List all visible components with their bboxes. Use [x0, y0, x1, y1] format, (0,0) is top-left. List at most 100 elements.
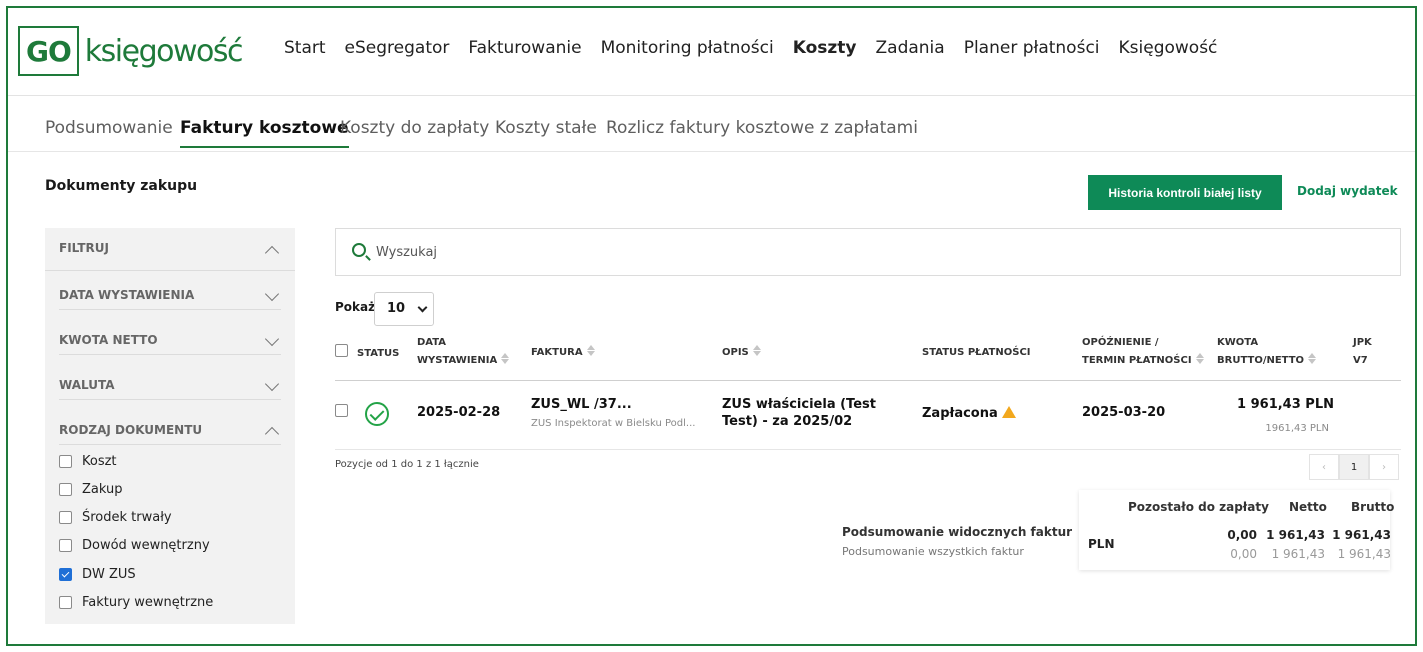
sort-icon[interactable]: [586, 345, 595, 356]
doc-type-option[interactable]: Zakup: [59, 482, 123, 497]
section-title: Dokumenty zakupu: [45, 178, 198, 194]
sort-icon[interactable]: [1195, 353, 1204, 364]
nav-zadania[interactable]: Zadania: [876, 38, 945, 58]
prev-page-button[interactable]: ‹: [1309, 454, 1339, 480]
row-invoice-number[interactable]: ZUS_WL /37...: [531, 397, 632, 412]
tab-cost-invoices[interactable]: Faktury kosztowe: [180, 118, 349, 148]
th-jpk[interactable]: JPK V7: [1353, 334, 1372, 370]
tab-costs-to-pay[interactable]: Koszty do zapłaty: [340, 118, 489, 138]
next-page-button[interactable]: ›: [1369, 454, 1399, 480]
page-size-select[interactable]: 10: [374, 292, 434, 326]
filter-header[interactable]: FILTRUJ: [59, 241, 109, 255]
sort-icon[interactable]: [752, 345, 761, 356]
nav-start[interactable]: Start: [284, 38, 326, 58]
row-description-line1: ZUS właściciela (Test: [722, 397, 876, 412]
nav-koszty[interactable]: Koszty: [793, 38, 857, 58]
th-jpk-line1: JPK: [1353, 337, 1372, 348]
th-amount[interactable]: KWOTA BRUTTO/NETTO: [1217, 334, 1317, 370]
doc-type-option[interactable]: Koszt: [59, 454, 117, 469]
checkbox-checked[interactable]: [59, 568, 72, 581]
th-issue-date-line1: DATA: [417, 337, 447, 348]
checkbox[interactable]: [59, 596, 72, 609]
doc-type-option[interactable]: DW ZUS: [59, 567, 136, 582]
page-button[interactable]: 1: [1339, 454, 1369, 480]
chevron-down-icon[interactable]: [264, 286, 280, 302]
select-all-checkbox[interactable]: [335, 344, 348, 357]
summary-col-gross: Brutto: [1351, 500, 1395, 514]
logo[interactable]: GO księgowość: [18, 26, 244, 76]
chevron-down-icon[interactable]: [264, 331, 280, 347]
th-delay-line1: OPÓŹNIENIE /: [1082, 337, 1159, 348]
row-gross-amount: 1 961,43 PLN: [1237, 397, 1334, 412]
checkbox[interactable]: [59, 511, 72, 524]
chevron-down-icon[interactable]: [264, 376, 280, 392]
nav-ksiegowosc[interactable]: Księgowość: [1119, 38, 1218, 58]
nav-planer[interactable]: Planer płatności: [964, 38, 1100, 58]
filter-currency[interactable]: WALUTA: [59, 378, 115, 392]
th-issue-date[interactable]: DATA WYSTAWIENIA: [417, 334, 510, 370]
option-label: Zakup: [82, 482, 123, 497]
filter-doc-type[interactable]: RODZAJ DOKUMENTU: [59, 423, 202, 437]
th-description-label: OPIS: [722, 347, 749, 358]
divider: [45, 270, 295, 271]
warning-icon[interactable]: [1001, 406, 1016, 418]
option-label: Dowód wewnętrzny: [82, 538, 210, 553]
th-issue-date-line2: WYSTAWIENIA: [417, 355, 498, 366]
row-description-line2: Test) - za 2025/02: [722, 414, 853, 429]
checkbox[interactable]: [59, 455, 72, 468]
checkbox[interactable]: [59, 483, 72, 496]
summary-visible-gross: 1 961,43: [1332, 528, 1391, 542]
chevron-up-icon[interactable]: [264, 245, 280, 261]
th-jpk-line2: V7: [1353, 355, 1368, 366]
th-delay[interactable]: OPÓŹNIENIE / TERMIN PŁATNOŚCI: [1082, 334, 1204, 370]
th-delay-line2: TERMIN PŁATNOŚCI: [1082, 355, 1192, 366]
add-expense-link[interactable]: Dodaj wydatek: [1297, 184, 1398, 198]
option-label: Faktury wewnętrzne: [82, 595, 214, 610]
th-amount-line2: BRUTTO/NETTO: [1217, 355, 1305, 366]
checkbox[interactable]: [59, 539, 72, 552]
row-payment-status: Zapłacona: [922, 405, 1016, 421]
row-checkbox[interactable]: [335, 404, 348, 417]
divider: [59, 309, 281, 310]
app-frame: GO księgowość Start eSegregator Fakturow…: [6, 6, 1417, 646]
nav-monitoring[interactable]: Monitoring płatności: [601, 38, 774, 58]
th-status[interactable]: STATUS: [357, 345, 399, 363]
doc-type-option[interactable]: Środek trwały: [59, 510, 172, 525]
option-label: DW ZUS: [82, 567, 136, 582]
pagination-info: Pozycje od 1 do 1 z 1 łącznie: [335, 459, 479, 470]
chevron-down-icon: [417, 302, 428, 313]
sort-icon[interactable]: [501, 353, 510, 364]
tab-fixed-costs[interactable]: Koszty stałe: [495, 118, 597, 138]
history-button[interactable]: Historia kontroli białej listy: [1088, 175, 1282, 210]
payment-status-label: Zapłacona: [922, 406, 998, 421]
th-invoice[interactable]: FAKTURA: [531, 344, 595, 362]
chevron-up-icon[interactable]: [264, 426, 280, 442]
doc-type-option[interactable]: Dowód wewnętrzny: [59, 538, 210, 553]
logo-badge: GO: [18, 26, 79, 76]
option-label: Koszt: [82, 454, 117, 469]
th-amount-line1: KWOTA: [1217, 337, 1259, 348]
th-payment-status[interactable]: STATUS PŁATNOŚCI: [922, 344, 1031, 362]
divider: [59, 399, 281, 400]
tab-settle[interactable]: Rozlicz faktury kosztowe z zapłatami: [606, 118, 918, 138]
nav-esegregator[interactable]: eSegregator: [345, 38, 450, 58]
filter-issue-date[interactable]: DATA WYSTAWIENIA: [59, 288, 194, 302]
top-bar: GO księgowość Start eSegregator Fakturow…: [8, 8, 1415, 96]
summary-visible-label: Podsumowanie widocznych faktur: [842, 525, 1073, 539]
sort-icon[interactable]: [1308, 353, 1317, 364]
summary-all-label: Podsumowanie wszystkich faktur: [842, 545, 1024, 558]
main-nav: Start eSegregator Fakturowanie Monitorin…: [284, 38, 1236, 58]
search-input[interactable]: [376, 241, 1276, 263]
divider: [335, 380, 1401, 381]
doc-type-option[interactable]: Faktury wewnętrzne: [59, 595, 213, 610]
summary-box: Pozostało do zapłaty Netto Brutto PLN 0,…: [1079, 490, 1394, 570]
divider: [59, 444, 281, 445]
logo-text: księgowość: [84, 33, 244, 69]
tab-summary[interactable]: Podsumowanie: [45, 118, 173, 138]
filter-net-amount[interactable]: KWOTA NETTO: [59, 333, 158, 347]
summary-col-net: Netto: [1289, 500, 1327, 514]
nav-fakturowanie[interactable]: Fakturowanie: [468, 38, 581, 58]
th-description[interactable]: OPIS: [722, 344, 761, 362]
page-size-value: 10: [387, 301, 406, 316]
summary-all-remaining: 0,00: [1230, 547, 1257, 561]
